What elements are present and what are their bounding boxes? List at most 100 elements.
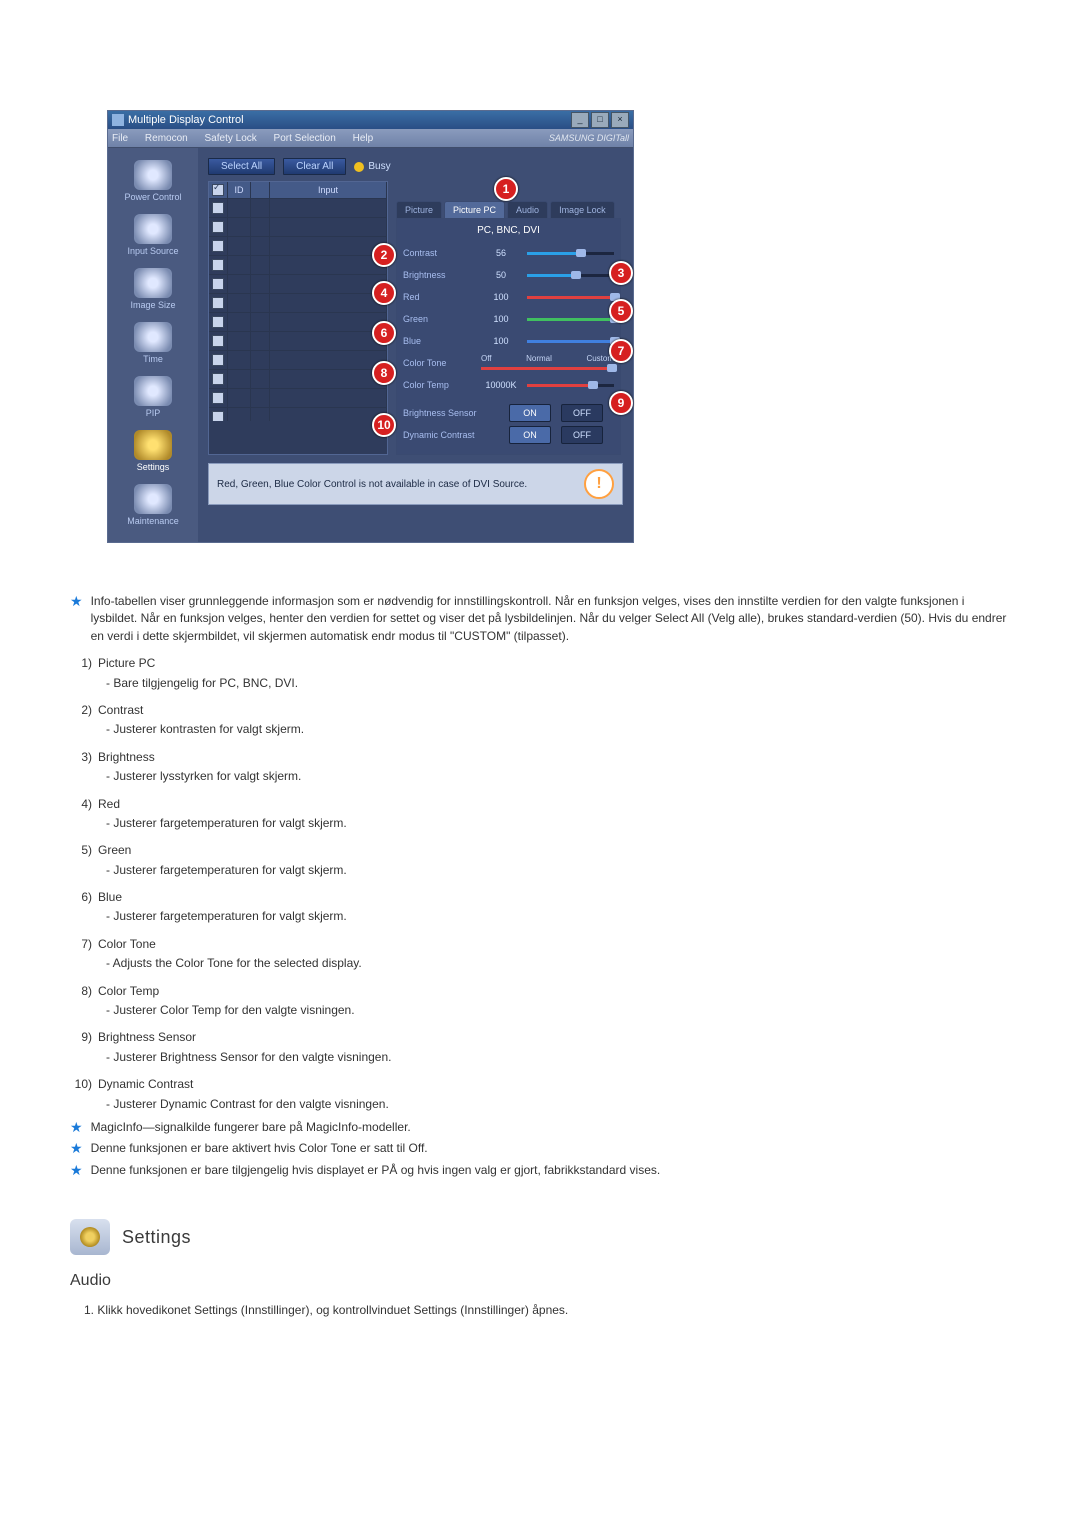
sidebar-item-maintenance[interactable]: Maintenance <box>108 480 198 534</box>
maintenance-icon <box>134 484 172 514</box>
list-item: 1)Picture PC <box>70 655 1010 672</box>
checkbox-icon[interactable] <box>212 297 224 309</box>
row-blue: Blue 100 <box>403 332 614 350</box>
sidebar-item-settings[interactable]: Settings <box>108 426 198 480</box>
table-row[interactable] <box>209 389 387 408</box>
section-header: Settings <box>70 1219 1010 1255</box>
dcontrast-on-button[interactable]: ON <box>509 426 551 444</box>
section-title: Settings <box>122 1224 191 1250</box>
grid-header-id: ID <box>228 182 251 198</box>
checkbox-icon[interactable] <box>212 354 224 366</box>
close-button[interactable]: × <box>611 112 629 128</box>
callout-9: 9 <box>609 391 633 415</box>
sidebar-item-input-source[interactable]: Input Source <box>108 210 198 264</box>
table-row[interactable] <box>209 370 387 389</box>
table-row[interactable] <box>209 199 387 218</box>
row-color-tone: Color Tone Off Normal Custom <box>403 354 614 372</box>
menu-safety-lock[interactable]: Safety Lock <box>205 133 257 144</box>
dcontrast-off-button[interactable]: OFF <box>561 426 603 444</box>
table-row[interactable] <box>209 332 387 351</box>
contrast-value: 56 <box>481 248 521 258</box>
checkbox-icon[interactable] <box>212 202 224 214</box>
list-item: 7)Color Tone <box>70 936 1010 953</box>
row-brightness-sensor: Brightness Sensor ON OFF <box>403 404 614 422</box>
grid-body <box>209 199 387 421</box>
document-body: ★ Info-tabellen viser grunnleggende info… <box>70 593 1010 1320</box>
minimize-button[interactable]: _ <box>571 112 589 128</box>
row-contrast: Contrast 56 <box>403 244 614 262</box>
tab-image-lock[interactable]: Image Lock <box>550 201 615 218</box>
settings-section-icon <box>70 1219 110 1255</box>
table-row[interactable] <box>209 275 387 294</box>
list-item-sub: - Bare tilgjengelig for PC, BNC, DVI. <box>106 675 1010 692</box>
sidebar-item-time[interactable]: Time <box>108 318 198 372</box>
grid-header-input: Input <box>270 182 387 198</box>
table-row[interactable] <box>209 313 387 332</box>
tab-picture[interactable]: Picture <box>396 201 442 218</box>
list-item: 6)Blue <box>70 889 1010 906</box>
checkbox-icon[interactable] <box>212 221 224 233</box>
table-row[interactable] <box>209 351 387 370</box>
colortone-label: Color Tone <box>403 358 475 368</box>
red-slider[interactable] <box>527 292 614 302</box>
checkbox-icon[interactable] <box>212 392 224 404</box>
grid-header-check[interactable] <box>209 182 228 198</box>
callout-8: 8 <box>372 361 396 385</box>
row-dynamic-contrast: Dynamic Contrast ON OFF <box>403 426 614 444</box>
row-green: Green 100 <box>403 310 614 328</box>
bsensor-off-button[interactable]: OFF <box>561 404 603 422</box>
checkbox-icon[interactable] <box>212 184 224 196</box>
checkbox-icon[interactable] <box>212 240 224 252</box>
display-grid: ID Input <box>208 181 388 455</box>
menu-file[interactable]: File <box>112 133 128 144</box>
settings-panel: 1 Picture Picture PC Audio Image Lock PC… <box>394 181 623 455</box>
table-row[interactable] <box>209 408 387 421</box>
checkbox-icon[interactable] <box>212 259 224 271</box>
sidebar-item-pip[interactable]: PIP <box>108 372 198 426</box>
callout-10: 10 <box>372 413 396 437</box>
busy-icon <box>354 162 364 172</box>
green-slider[interactable] <box>527 314 614 324</box>
clear-all-button[interactable]: Clear All <box>283 158 346 175</box>
menu-help[interactable]: Help <box>353 133 374 144</box>
colortone-slider[interactable]: Off Normal Custom <box>481 354 614 373</box>
dcontrast-label: Dynamic Contrast <box>403 430 503 440</box>
colortemp-slider[interactable] <box>527 380 614 390</box>
menu-remocon[interactable]: Remocon <box>145 133 188 144</box>
menu-port-selection[interactable]: Port Selection <box>274 133 336 144</box>
contrast-slider[interactable] <box>527 248 614 258</box>
table-row[interactable] <box>209 256 387 275</box>
checkbox-icon[interactable] <box>212 411 224 421</box>
brightness-label: Brightness <box>403 270 475 280</box>
tab-audio[interactable]: Audio <box>507 201 548 218</box>
grid-header-status <box>251 182 270 198</box>
list-item-sub: - Justerer fargetemperaturen for valgt s… <box>106 862 1010 879</box>
star-icon: ★ <box>70 1119 83 1136</box>
app-icon <box>112 114 124 126</box>
window-controls: _ □ × <box>571 112 629 128</box>
sidebar-item-power-control[interactable]: Power Control <box>108 156 198 210</box>
table-row[interactable] <box>209 294 387 313</box>
star-notes: ★MagicInfo—signalkilde fungerer bare på … <box>70 1119 1010 1179</box>
select-all-button[interactable]: Select All <box>208 158 275 175</box>
pip-icon <box>134 376 172 406</box>
checkbox-icon[interactable] <box>212 373 224 385</box>
list-item-sub: - Adjusts the Color Tone for the selecte… <box>106 955 1010 972</box>
imagesize-icon <box>134 268 172 298</box>
list-item-sub: - Justerer kontrasten for valgt skjerm. <box>106 721 1010 738</box>
checkbox-icon[interactable] <box>212 316 224 328</box>
tabs: Picture Picture PC Audio Image Lock <box>396 201 621 218</box>
tab-picture-pc[interactable]: Picture PC <box>444 201 505 218</box>
table-row[interactable] <box>209 237 387 256</box>
maximize-button[interactable]: □ <box>591 112 609 128</box>
window-title: Multiple Display Control <box>128 114 244 126</box>
bsensor-on-button[interactable]: ON <box>509 404 551 422</box>
table-row[interactable] <box>209 218 387 237</box>
list-item-sub: - Justerer Brightness Sensor for den val… <box>106 1049 1010 1066</box>
checkbox-icon[interactable] <box>212 335 224 347</box>
row-brightness: Brightness 50 <box>403 266 614 284</box>
brightness-slider[interactable] <box>527 270 614 280</box>
sidebar-item-image-size[interactable]: Image Size <box>108 264 198 318</box>
blue-slider[interactable] <box>527 336 614 346</box>
checkbox-icon[interactable] <box>212 278 224 290</box>
